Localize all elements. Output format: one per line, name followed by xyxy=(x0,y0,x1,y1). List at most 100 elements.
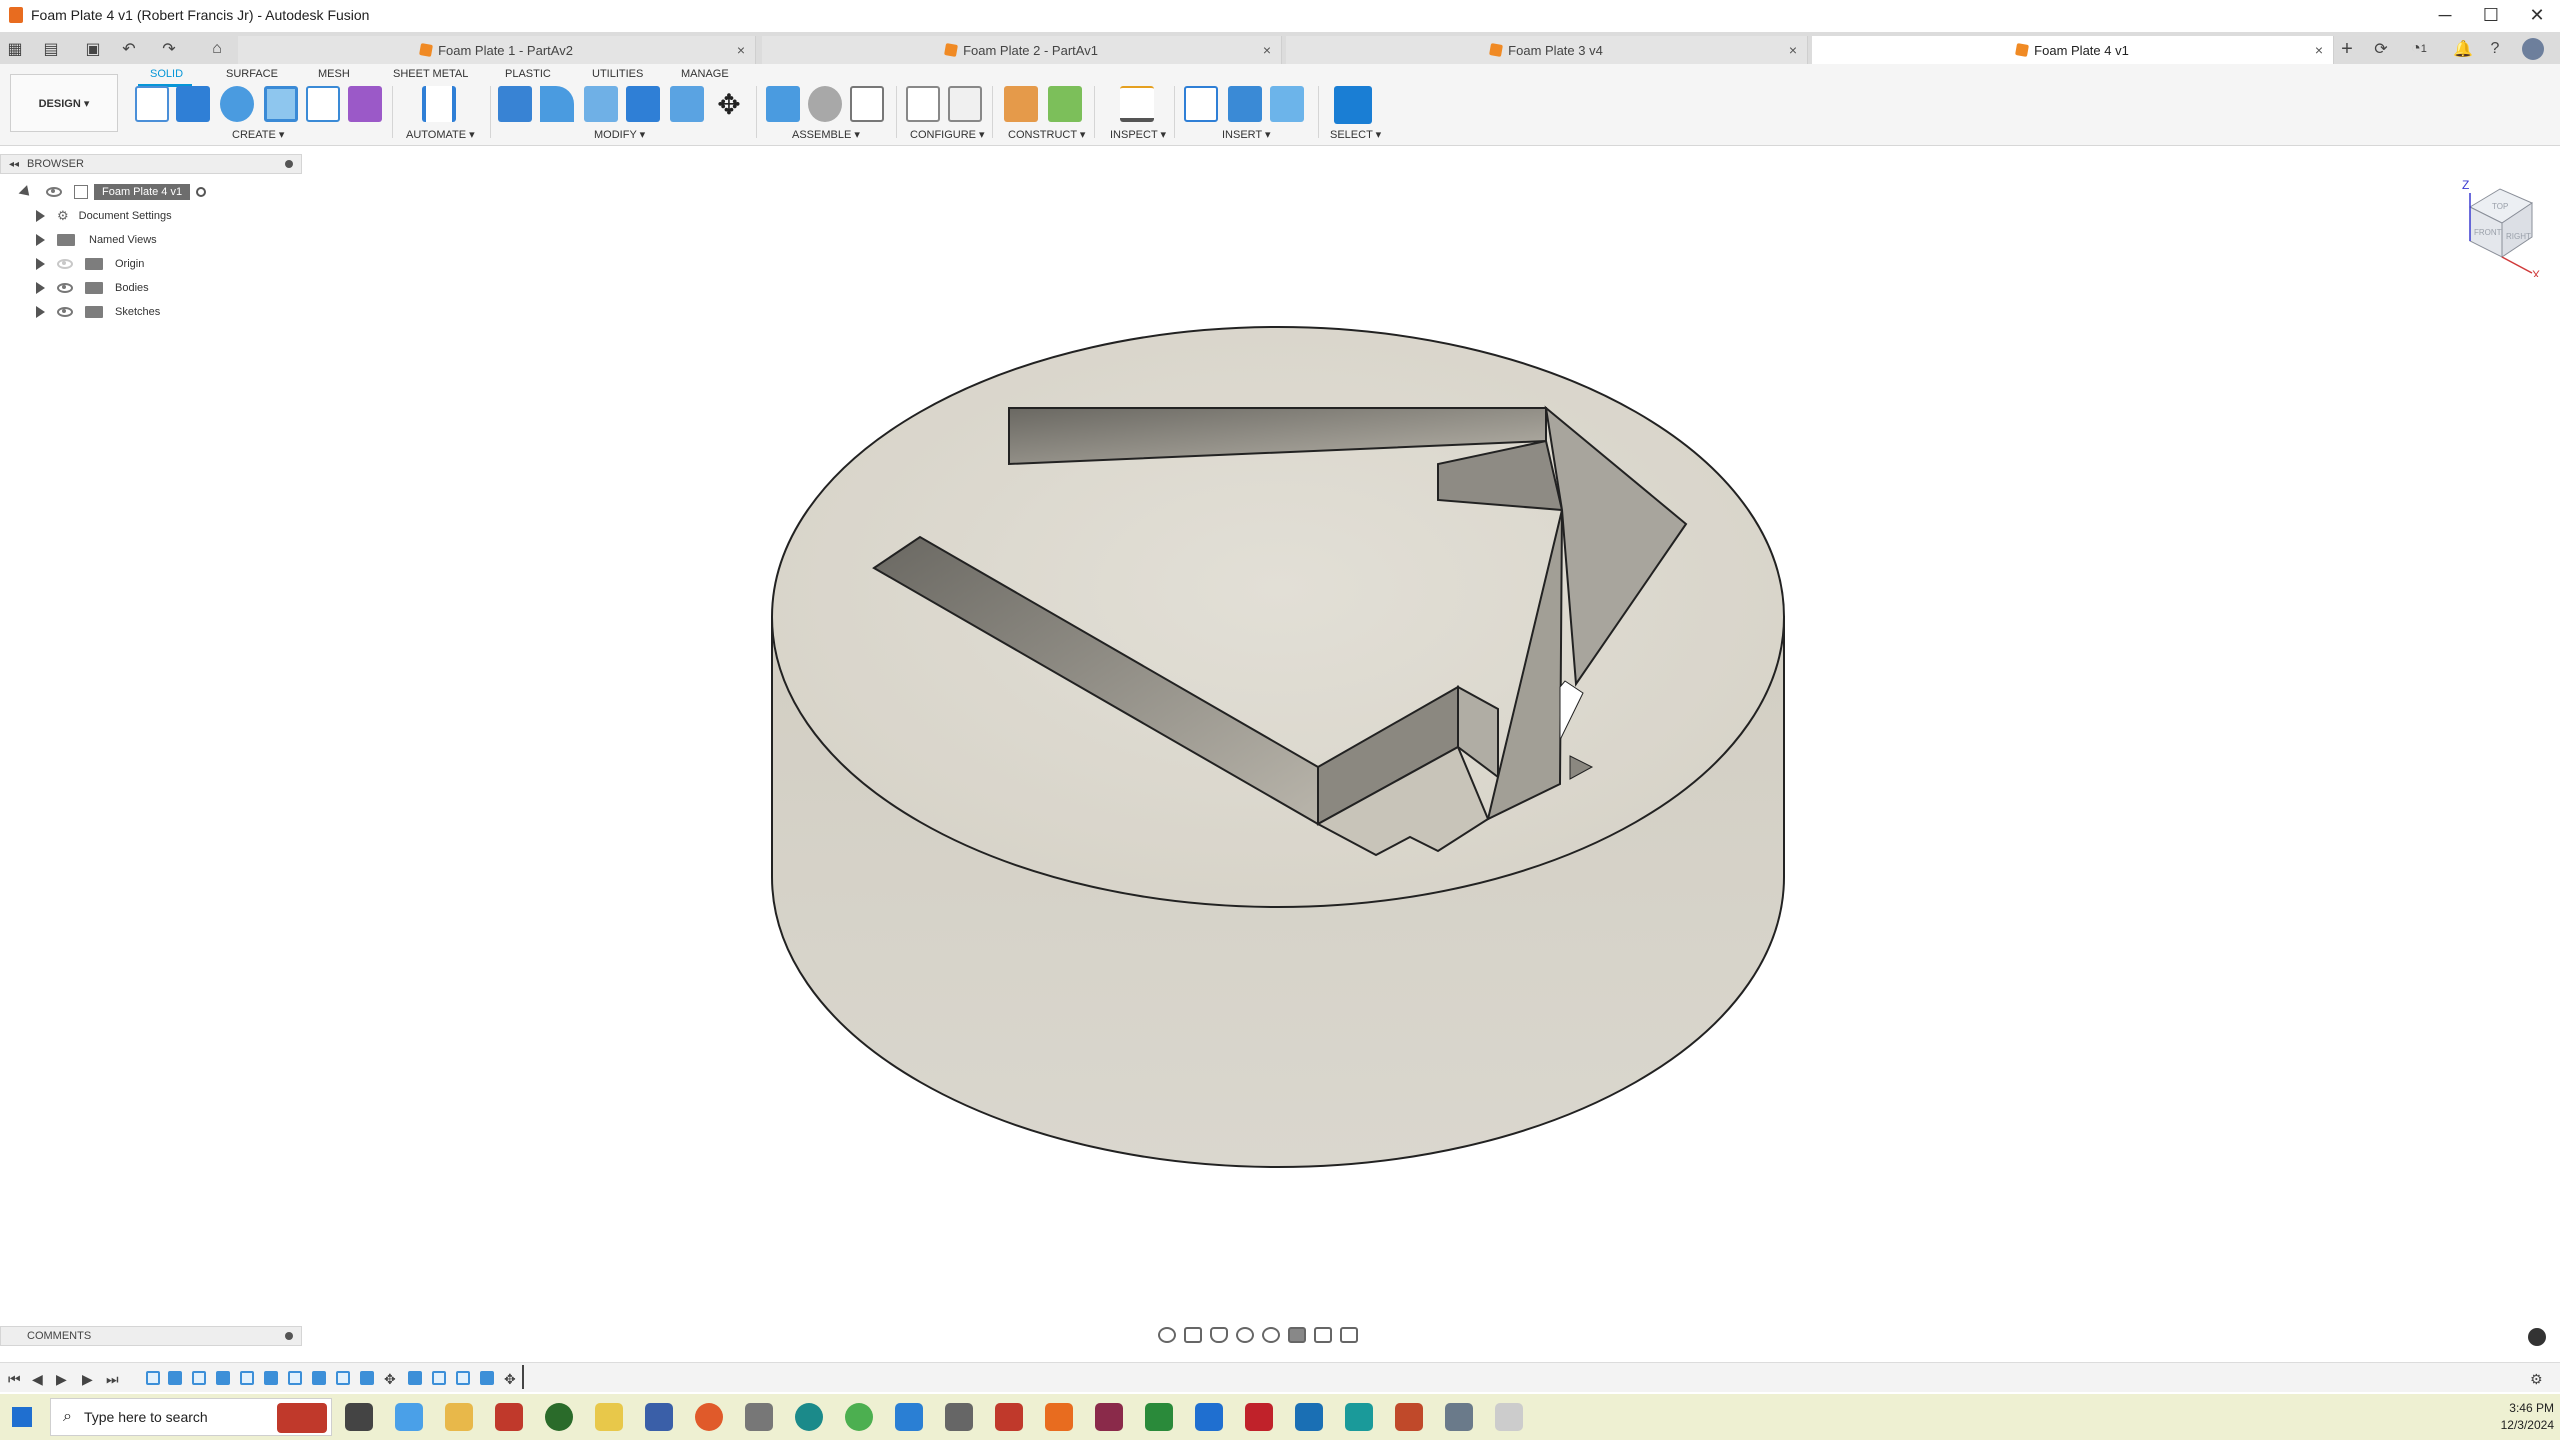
taskbar-search[interactable]: ⌕ Type here to search xyxy=(50,1398,332,1436)
construct-menu[interactable]: CONSTRUCT ▾ xyxy=(1008,128,1085,141)
play-icon[interactable]: ▶ xyxy=(56,1371,67,1388)
chamfer-icon[interactable] xyxy=(584,86,618,122)
automate-icon[interactable] xyxy=(422,86,456,122)
redo-icon[interactable]: ↷ xyxy=(156,36,182,62)
close-tab-icon[interactable]: × xyxy=(2315,42,2323,58)
timeline-sketch-icon[interactable] xyxy=(456,1371,470,1385)
pin-icon[interactable] xyxy=(285,160,293,168)
timeline-sketch-icon[interactable] xyxy=(146,1371,160,1385)
create-form-icon[interactable] xyxy=(348,86,382,122)
app-icon[interactable] xyxy=(645,1403,673,1431)
revolve-icon[interactable] xyxy=(220,86,254,122)
bill-of-materials-icon[interactable] xyxy=(850,86,884,122)
file-menu-icon[interactable]: ▤ xyxy=(38,36,64,62)
assemble-menu[interactable]: ASSEMBLE ▾ xyxy=(792,128,860,141)
insert-mesh-icon[interactable] xyxy=(1228,86,1262,122)
app-icon[interactable] xyxy=(1295,1403,1323,1431)
create-menu[interactable]: CREATE ▾ xyxy=(232,128,284,141)
select-menu[interactable]: SELECT ▾ xyxy=(1330,128,1381,141)
tab-plastic[interactable]: PLASTIC xyxy=(505,68,551,80)
tab-sheet-metal[interactable]: SHEET METAL xyxy=(393,68,468,80)
maximize-button[interactable]: ☐ xyxy=(2468,0,2514,30)
canvas-viewport[interactable]: Z X TOP FRONT RIGHT xyxy=(0,147,2560,1325)
chrome-icon[interactable] xyxy=(845,1403,873,1431)
configuration-table-icon[interactable] xyxy=(948,86,982,122)
tab-surface[interactable]: SURFACE xyxy=(226,68,278,80)
browser-item-document-settings[interactable]: ⚙ Document Settings xyxy=(36,205,172,227)
browser-item-origin[interactable]: Origin xyxy=(36,253,144,275)
activate-icon[interactable] xyxy=(196,187,207,197)
press-pull-icon[interactable] xyxy=(498,86,532,122)
home-icon[interactable]: ⌂ xyxy=(204,36,230,62)
timeline-move-icon[interactable]: ✥ xyxy=(384,1371,396,1388)
browser-item-sketches[interactable]: Sketches xyxy=(36,301,160,323)
file-explorer-icon[interactable] xyxy=(445,1403,473,1431)
timeline-sketch-icon[interactable] xyxy=(240,1371,254,1385)
rectangular-pattern-icon[interactable] xyxy=(306,86,340,122)
close-window-button[interactable]: ✕ xyxy=(2514,0,2560,30)
vscode-icon[interactable] xyxy=(895,1403,923,1431)
joint-icon[interactable] xyxy=(808,86,842,122)
tab-foam-plate-2[interactable]: Foam Plate 2 - PartAv1 × xyxy=(762,36,1282,64)
copilot-icon[interactable] xyxy=(395,1403,423,1431)
firefox-icon[interactable] xyxy=(695,1403,723,1431)
close-tab-icon[interactable]: × xyxy=(1789,42,1797,58)
windows-start-icon[interactable] xyxy=(12,1407,32,1427)
app-icon[interactable] xyxy=(1395,1403,1423,1431)
expand-icon[interactable] xyxy=(18,184,34,200)
step-forward-icon[interactable]: ▶ xyxy=(82,1371,93,1388)
tab-foam-plate-3[interactable]: Foam Plate 3 v4 × xyxy=(1286,36,1808,64)
fit-icon[interactable] xyxy=(1262,1327,1280,1343)
visibility-icon[interactable] xyxy=(46,187,62,197)
app-icon[interactable] xyxy=(1095,1403,1123,1431)
create-sketch-icon[interactable] xyxy=(135,86,169,122)
timeline-marker[interactable] xyxy=(522,1365,524,1389)
select-icon[interactable] xyxy=(1334,86,1372,124)
app-icon[interactable] xyxy=(1345,1403,1373,1431)
timeline-extrude-icon[interactable] xyxy=(408,1371,422,1385)
browser-root-row[interactable]: Foam Plate 4 v1 xyxy=(18,181,207,203)
expand-icon[interactable] xyxy=(36,258,45,270)
pin-icon[interactable] xyxy=(285,1332,293,1340)
new-component-icon[interactable] xyxy=(766,86,800,122)
modify-menu[interactable]: MODIFY ▾ xyxy=(594,128,645,141)
task-view-icon[interactable] xyxy=(345,1403,373,1431)
app-icon[interactable] xyxy=(1145,1403,1173,1431)
timeline-extrude-icon[interactable] xyxy=(312,1371,326,1385)
tab-mesh[interactable]: MESH xyxy=(318,68,350,80)
timeline-extrude-icon[interactable] xyxy=(264,1371,278,1385)
edge-icon[interactable] xyxy=(795,1403,823,1431)
timeline-sketch-icon[interactable] xyxy=(192,1371,206,1385)
canvas-icon[interactable] xyxy=(1270,86,1304,122)
configure-icon[interactable] xyxy=(906,86,940,122)
timeline-move-icon[interactable]: ✥ xyxy=(504,1371,516,1388)
expand-icon[interactable] xyxy=(36,282,45,294)
timeline-sketch-icon[interactable] xyxy=(432,1371,446,1385)
split-body-icon[interactable] xyxy=(670,86,704,122)
look-at-icon[interactable] xyxy=(1184,1327,1202,1343)
browser-item-named-views[interactable]: Named Views xyxy=(36,229,157,251)
filezilla-icon[interactable] xyxy=(995,1403,1023,1431)
fillet-icon[interactable] xyxy=(540,86,574,122)
taskbar-clock[interactable]: 3:46 PM 12/3/2024 xyxy=(2501,1400,2554,1434)
notes-icon[interactable] xyxy=(595,1403,623,1431)
expand-icon[interactable] xyxy=(36,210,45,222)
close-tab-icon[interactable]: × xyxy=(1263,42,1271,58)
word-icon[interactable] xyxy=(1195,1403,1223,1431)
orbit-icon[interactable] xyxy=(1158,1327,1176,1343)
go-to-end-icon[interactable]: ⏭ xyxy=(106,1371,119,1388)
root-component-label[interactable]: Foam Plate 4 v1 xyxy=(94,184,191,200)
visibility-icon[interactable] xyxy=(57,307,73,317)
viewports-icon[interactable] xyxy=(1340,1327,1358,1343)
new-tab-icon[interactable]: + xyxy=(2334,36,2360,62)
calculator-icon[interactable] xyxy=(1445,1403,1473,1431)
close-tab-icon[interactable]: × xyxy=(737,42,745,58)
collapse-browser-icon[interactable]: ◂◂ xyxy=(9,159,19,170)
minimize-button[interactable]: ─ xyxy=(2422,0,2468,30)
user-avatar[interactable] xyxy=(2520,36,2546,62)
configure-menu[interactable]: CONFIGURE ▾ xyxy=(910,128,985,141)
job-status-icon[interactable]: ◔ 1 xyxy=(2402,36,2436,62)
inspect-menu[interactable]: INSPECT ▾ xyxy=(1110,128,1166,141)
browser-item-bodies[interactable]: Bodies xyxy=(36,277,149,299)
tab-manage[interactable]: MANAGE xyxy=(681,68,729,80)
